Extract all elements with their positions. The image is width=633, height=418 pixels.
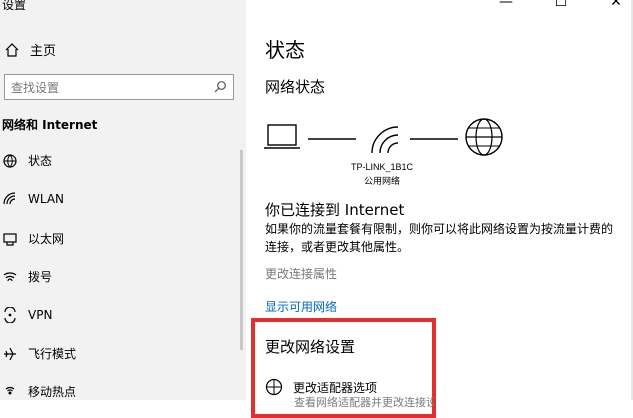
search-placeholder: 查找设置 xyxy=(11,80,60,95)
close-button[interactable]: ✕ xyxy=(601,0,631,10)
home-icon xyxy=(5,42,19,57)
network-name: TP-LINK_1B1C xyxy=(351,162,414,172)
change-network-settings-title: 更改网络设置 xyxy=(265,338,356,356)
sidebar-item-label: WLAN xyxy=(28,192,65,206)
sidebar-home[interactable]: 主页 xyxy=(4,40,56,59)
search-icon xyxy=(214,81,226,93)
sidebar-item-label: 状态 xyxy=(28,154,53,168)
wifi-icon xyxy=(2,191,18,207)
sidebar-item-dialup[interactable]: 拨号 xyxy=(2,268,52,285)
show-available-networks-link[interactable]: 显示可用网络 xyxy=(265,298,337,315)
laptop-icon xyxy=(264,124,300,149)
window-title: 设置 xyxy=(2,0,27,12)
sidebar-item-label: VPN xyxy=(28,308,53,322)
main-content: — ☐ ✕ 状态 网络状态 TP-LINK_1B1C 公用网络 你已连接到 In… xyxy=(246,0,633,418)
vpn-icon xyxy=(2,307,18,323)
status-icon xyxy=(2,153,18,169)
sidebar-item-ethernet[interactable]: 以太网 xyxy=(2,230,64,247)
adapter-icon xyxy=(265,378,283,396)
connected-title: 你已连接到 Internet xyxy=(265,201,405,219)
connected-description: 如果你的流量套餐有限制，则你可以将此网络设置为按流量计费的连接，或者更改其他属性… xyxy=(265,222,614,254)
network-diagram: TP-LINK_1B1C 公用网络 xyxy=(264,118,503,187)
search-input[interactable]: 查找设置 xyxy=(4,74,234,100)
network-type: 公用网络 xyxy=(364,175,400,187)
minimize-button[interactable]: — xyxy=(491,0,521,10)
globe-icon xyxy=(465,118,503,156)
sidebar-item-status[interactable]: 状态 xyxy=(2,152,52,169)
dialup-icon xyxy=(2,269,18,285)
hotspot-icon xyxy=(2,384,18,400)
adapter-subtitle: 查看网络适配器并更改连接设置。 xyxy=(294,396,434,409)
airplane-icon xyxy=(2,346,18,362)
adapter-title: 更改适配器选项 xyxy=(293,380,378,395)
maximize-button[interactable]: ☐ xyxy=(546,0,576,10)
network-status-title: 网络状态 xyxy=(265,78,326,96)
sidebar-scrollbar[interactable] xyxy=(240,150,243,350)
sidebar-item-label: 移动热点 xyxy=(28,385,77,399)
sidebar-item-airplane[interactable]: 飞行模式 xyxy=(2,345,76,362)
change-connection-properties-link[interactable]: 更改连接属性 xyxy=(265,265,337,282)
page-title: 状态 xyxy=(265,38,305,62)
wifi-signal-icon xyxy=(371,126,399,154)
home-label: 主页 xyxy=(30,44,57,59)
ethernet-icon xyxy=(2,231,18,247)
sidebar-item-label: 拨号 xyxy=(28,270,53,284)
sidebar-item-label: 以太网 xyxy=(28,232,65,246)
sidebar-item-vpn[interactable]: VPN xyxy=(2,307,52,323)
sidebar-item-label: 飞行模式 xyxy=(28,347,77,361)
sidebar-item-wlan[interactable]: WLAN xyxy=(2,191,64,207)
sidebar-item-hotspot[interactable]: 移动热点 xyxy=(2,383,76,400)
sidebar: 设置 主页 查找设置 网络和 Internet 状态 WLAN 以太网 拨号 V… xyxy=(0,0,246,400)
section-title: 网络和 Internet xyxy=(2,118,98,132)
